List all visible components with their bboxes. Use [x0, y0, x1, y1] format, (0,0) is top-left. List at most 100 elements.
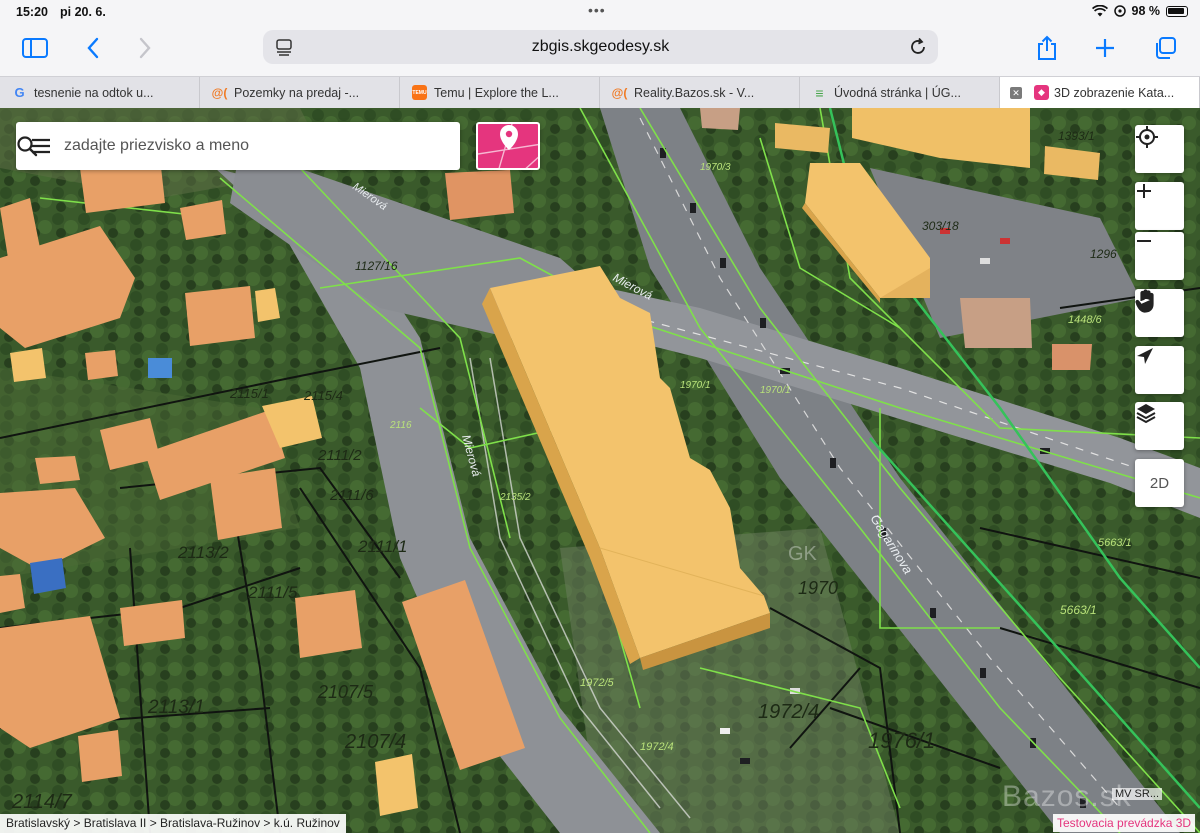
url-text: zbgis.skgeodesy.sk — [531, 38, 670, 55]
tab-4[interactable]: @( Reality.Bazos.sk - V... — [600, 77, 800, 108]
new-tab-icon[interactable] — [1086, 30, 1124, 66]
house — [85, 350, 118, 380]
my-location-button[interactable] — [1135, 125, 1184, 173]
building-brown — [700, 108, 740, 130]
status-right: 98 % — [1091, 4, 1188, 18]
house — [120, 600, 185, 646]
parcel-label: 1970 — [798, 578, 838, 598]
navigation-arrow-icon — [1137, 348, 1153, 364]
testing-banner: Testovacia prevádzka 3D — [1053, 814, 1196, 832]
back-icon[interactable] — [74, 30, 112, 66]
parcel-label: 2115/1 — [229, 386, 269, 401]
parcel-identify-button[interactable] — [476, 122, 540, 170]
building-small-orange — [1052, 344, 1092, 370]
parcel-label: 2111/2 — [317, 447, 362, 464]
search-icon[interactable] — [16, 135, 38, 157]
parcel-label: 1972/5 — [580, 677, 615, 689]
tab-5[interactable]: ≡ Úvodná stránka | ÚG... — [800, 77, 1000, 108]
parcel-label: 1127/16 — [355, 259, 398, 273]
bazos-icon: @( — [611, 85, 628, 100]
tab-1[interactable]: G tesnenie na odtok u... — [0, 77, 200, 108]
date: pi 20. 6. — [60, 5, 106, 19]
parcel-label: 1972/4 — [640, 741, 674, 753]
pool — [148, 358, 172, 378]
tab-bar: G tesnenie na odtok u... @( Pozemky na p… — [0, 76, 1200, 108]
temu-icon: TEMU — [412, 85, 427, 100]
sidebar-icon[interactable] — [16, 30, 54, 66]
search-input[interactable] — [64, 130, 404, 162]
status-bar: 15:20 pi 20. 6. ••• 98 % — [0, 0, 1200, 24]
parcel-label: 1970/3 — [700, 162, 731, 173]
parcel-label: 2111/5 — [247, 583, 298, 602]
address-bar[interactable]: zbgis.skgeodesy.sk — [263, 30, 938, 64]
parcel-label: 5663/1 — [1060, 603, 1097, 617]
parcel-label: 2107/4 — [344, 731, 406, 753]
tab-2[interactable]: @( Pozemky na predaj -... — [200, 77, 400, 108]
search-box — [16, 122, 460, 170]
parcel-label: 1972/4 — [758, 701, 819, 723]
tab-title: tesnenie na odtok u... — [34, 85, 154, 100]
map-3d-view[interactable]: 2111/2 2111/6 2111/1 2113/2 2111/5 2107/… — [0, 108, 1200, 833]
location-lock-icon — [1113, 5, 1126, 17]
map-attribution[interactable]: MV SR... — [1112, 788, 1163, 800]
reload-icon[interactable] — [908, 37, 928, 62]
garage — [375, 754, 418, 816]
multitask-dots[interactable]: ••• — [588, 2, 606, 18]
forward-icon[interactable] — [126, 30, 164, 66]
house — [295, 590, 362, 658]
map-canvas[interactable]: 2111/2 2111/6 2111/1 2113/2 2111/5 2107/… — [0, 108, 1200, 833]
tab-overview-icon[interactable] — [1146, 30, 1184, 66]
tab-6-active[interactable]: ✕ ◆ 3D zobrazenie Kata... — [1000, 77, 1200, 108]
parcel-label: 2111/1 — [357, 537, 407, 556]
plus-icon — [1137, 184, 1151, 198]
wifi-icon — [1091, 5, 1108, 17]
parcel-label: 1296 — [1090, 247, 1117, 261]
house — [35, 456, 80, 484]
tab-title: Úvodná stránka | ÚG... — [834, 85, 961, 100]
map-pin-icon — [478, 124, 538, 168]
parcel-label: 1448/6 — [1068, 314, 1103, 326]
browser-toolbar: zbgis.skgeodesy.sk — [0, 24, 1200, 76]
bazos-icon: @( — [211, 85, 228, 100]
parcel-label: 2113/1 — [147, 697, 205, 718]
parcel-label: 1976/1 — [868, 728, 935, 753]
parcel-label: 303/18 — [922, 219, 959, 233]
building-small-yellow — [775, 123, 830, 153]
house — [185, 286, 255, 346]
toggle-2d-button[interactable]: 2D — [1135, 459, 1184, 507]
house — [445, 170, 514, 220]
hand-icon — [1135, 289, 1154, 313]
house — [210, 468, 282, 540]
parcel-label: 1970/1 — [760, 385, 791, 396]
house — [78, 730, 122, 782]
parcel-label: 2135/2 — [499, 492, 531, 503]
layers-button[interactable] — [1135, 402, 1184, 450]
share-icon[interactable] — [1028, 30, 1066, 66]
compass-button[interactable] — [1135, 346, 1184, 394]
google-icon: G — [14, 85, 25, 100]
parcel-label: 2107/5 — [317, 682, 374, 702]
parcel-label: GK — [788, 543, 818, 565]
zoom-out-button[interactable] — [1135, 232, 1184, 280]
tab-title: Pozemky na predaj -... — [234, 85, 360, 100]
parcel-label: 5663/1 — [1098, 537, 1132, 549]
garage — [10, 348, 46, 382]
layers-icon — [1136, 404, 1156, 424]
clock: 15:20 — [16, 5, 48, 19]
pan-tool-button[interactable] — [1135, 289, 1184, 337]
zoom-in-button[interactable] — [1135, 182, 1184, 230]
parcel-label: 2116 — [389, 420, 412, 431]
tab-3[interactable]: TEMU Temu | Explore the L... — [400, 77, 600, 108]
tab-title: Reality.Bazos.sk - V... — [634, 85, 755, 100]
tab-title: 3D zobrazenie Kata... — [1054, 85, 1175, 100]
location-breadcrumb: Bratislavský > Bratislava II > Bratislav… — [0, 814, 346, 833]
parcel-label: 2111/6 — [329, 487, 374, 504]
parcel-label: 2114/7 — [11, 791, 73, 813]
parcel-label: 1393/1 — [1058, 129, 1095, 143]
minus-icon — [1137, 240, 1151, 242]
ugkk-icon: ≡ — [815, 84, 824, 101]
parcel-label: 2115/4 — [303, 388, 343, 403]
building-brown — [960, 298, 1032, 348]
close-tab-icon[interactable]: ✕ — [1010, 87, 1022, 99]
battery-icon — [1166, 5, 1188, 17]
